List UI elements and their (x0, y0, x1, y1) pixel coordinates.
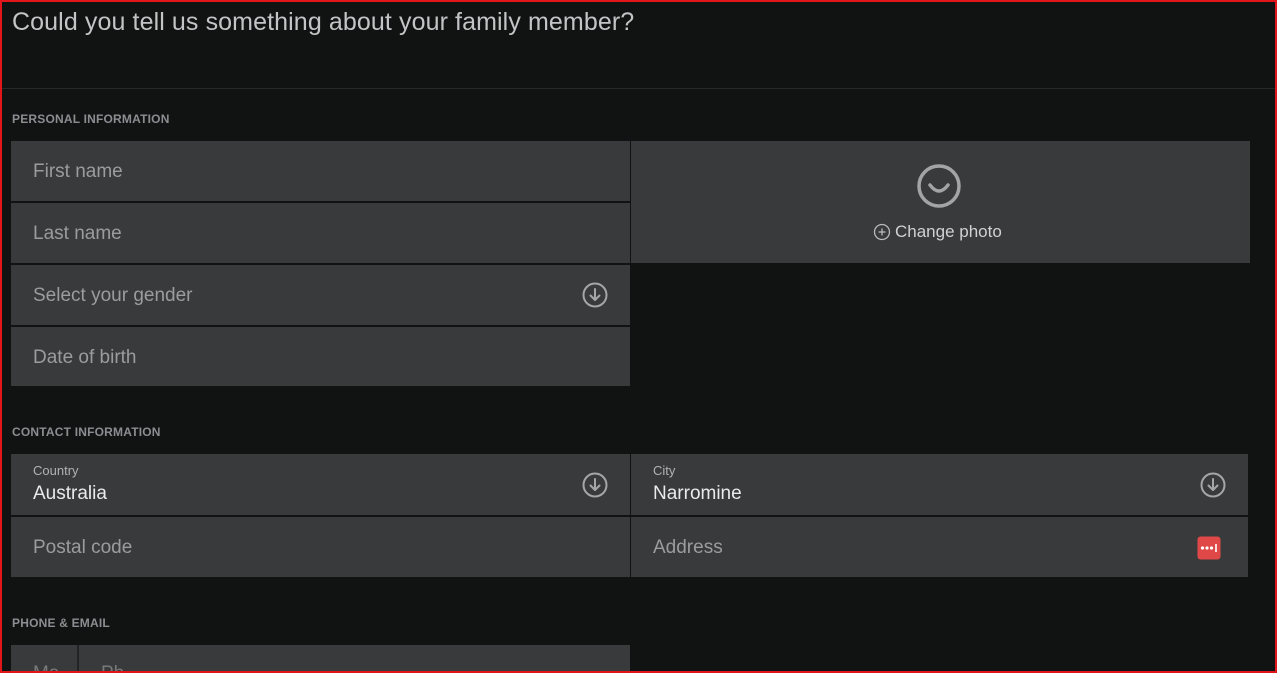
gender-placeholder: Select your gender (33, 285, 193, 306)
change-photo-button[interactable]: Change photo (873, 221, 1002, 243)
postal-code-field[interactable]: Postal code (11, 517, 630, 577)
city-value: Narromine (653, 483, 742, 504)
last-name-placeholder: Last name (33, 223, 122, 244)
avatar-smile-icon (917, 164, 961, 208)
country-value: Australia (33, 483, 107, 504)
header-divider (2, 88, 1275, 89)
contact-section-label: CONTACT INFORMATION (12, 425, 161, 439)
phone-field-row[interactable]: Ma Ph (11, 645, 630, 671)
first-name-field[interactable]: First name (11, 141, 630, 201)
city-label: City (653, 463, 676, 478)
personal-section-label: PERSONAL INFORMATION (12, 112, 170, 126)
phone-prefix-placeholder: Ma (33, 663, 59, 671)
address-field[interactable]: Address (631, 517, 1248, 577)
phone-email-section-label: PHONE & EMAIL (12, 616, 110, 630)
photo-box: Change photo (631, 141, 1250, 263)
phone-prefix-divider (77, 645, 79, 671)
address-placeholder: Address (653, 537, 723, 558)
postal-code-placeholder: Postal code (33, 537, 133, 558)
first-name-placeholder: First name (33, 161, 123, 182)
change-photo-label: Change photo (895, 222, 1002, 241)
dob-placeholder: Date of birth (33, 347, 137, 368)
chevron-down-icon[interactable] (1200, 472, 1226, 498)
form-window: Could you tell us something about your f… (0, 0, 1277, 673)
date-of-birth-field[interactable]: Date of birth (11, 327, 630, 386)
plus-circle-icon (873, 223, 891, 241)
phone-number-placeholder: Ph (101, 663, 124, 671)
gender-select[interactable]: Select your gender (11, 265, 630, 325)
city-select[interactable]: City Narromine (631, 454, 1248, 515)
password-manager-icon[interactable] (1197, 536, 1221, 560)
chevron-down-icon[interactable] (582, 472, 608, 498)
page-title: Could you tell us something about your f… (12, 8, 635, 36)
last-name-field[interactable]: Last name (11, 203, 630, 263)
chevron-down-icon[interactable] (582, 282, 608, 308)
country-label: Country (33, 463, 79, 478)
country-select[interactable]: Country Australia (11, 454, 630, 515)
